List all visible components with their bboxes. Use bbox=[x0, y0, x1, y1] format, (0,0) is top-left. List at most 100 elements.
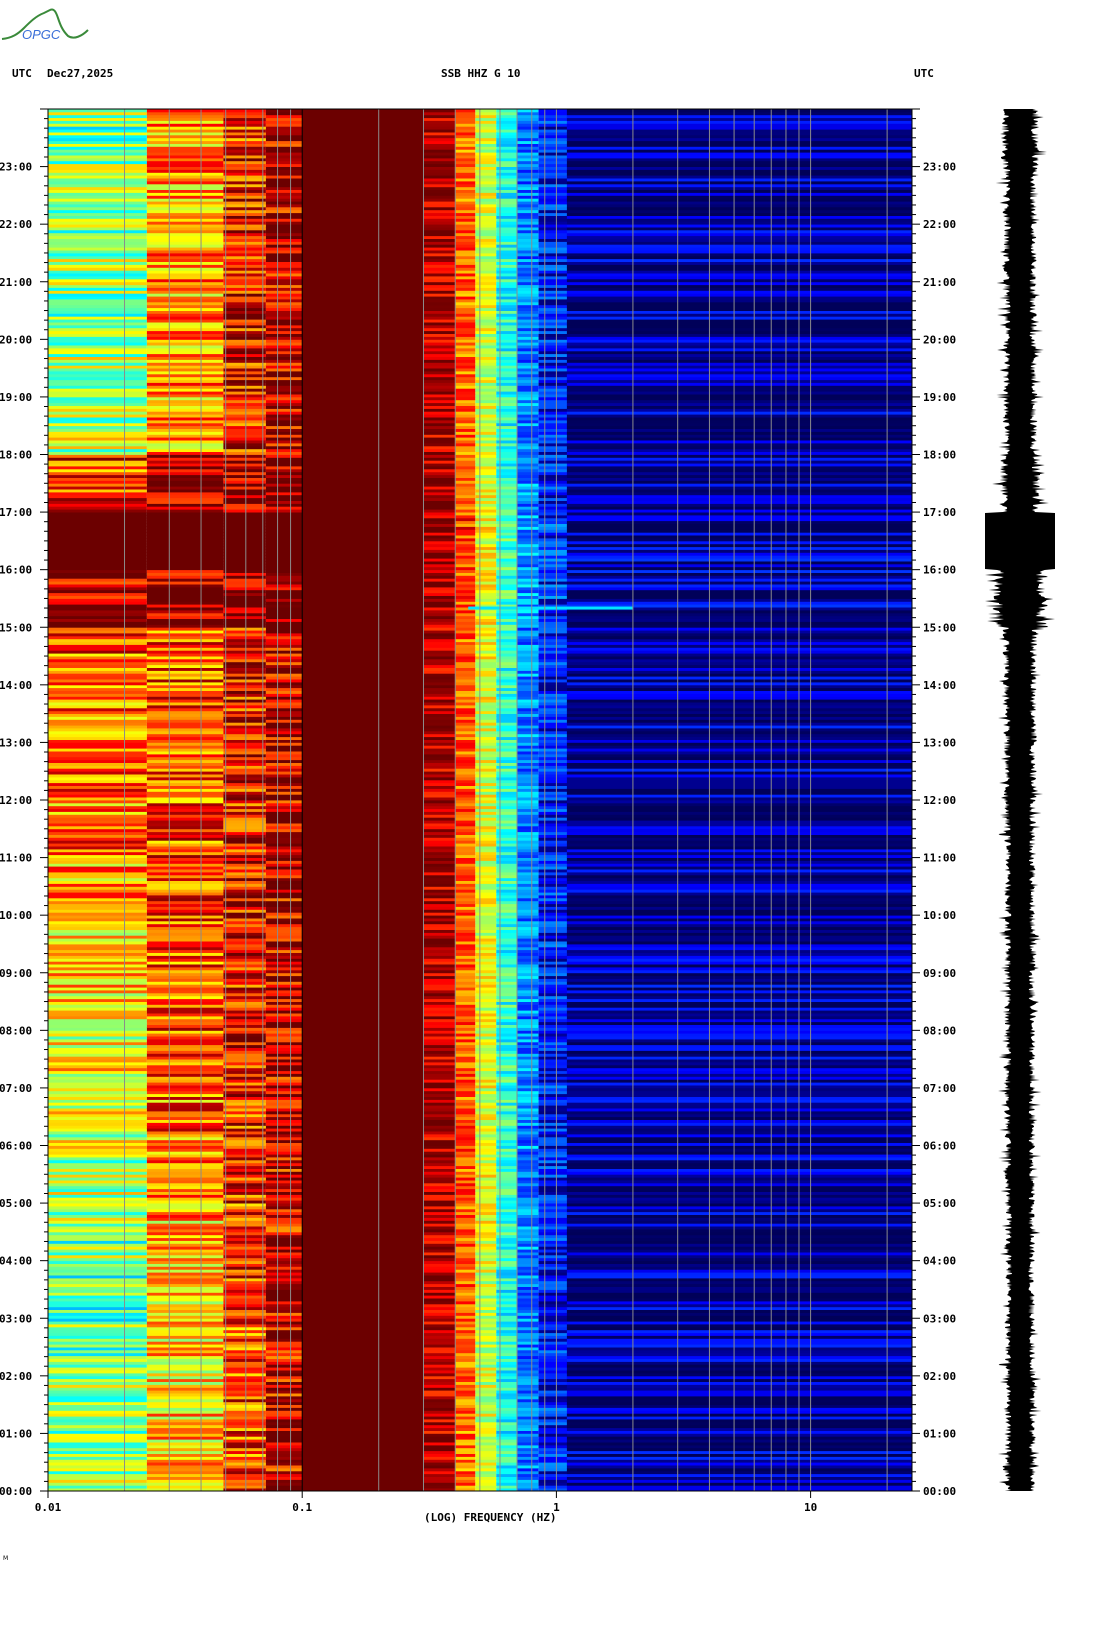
heatmap-cell bbox=[265, 814, 303, 818]
heatmap-cell bbox=[517, 667, 539, 671]
heatmap-cell bbox=[48, 647, 147, 651]
heatmap-cell bbox=[423, 607, 456, 611]
heatmap-cell bbox=[496, 169, 518, 173]
heatmap-cell bbox=[496, 454, 518, 458]
heatmap-cell bbox=[302, 1093, 424, 1097]
heatmap-cell bbox=[538, 1105, 567, 1109]
heatmap-cell bbox=[455, 1073, 476, 1077]
heatmap-cell bbox=[455, 373, 476, 378]
heatmap-cell bbox=[48, 920, 147, 925]
heatmap-cell bbox=[146, 860, 224, 864]
heatmap-cell bbox=[517, 929, 539, 933]
heatmap-cell bbox=[475, 1064, 497, 1069]
heatmap-cell bbox=[265, 909, 303, 913]
heatmap-cell bbox=[48, 981, 147, 985]
heatmap-cell bbox=[517, 1439, 539, 1443]
heatmap-cell bbox=[223, 728, 266, 732]
heatmap-cell bbox=[423, 451, 456, 455]
heatmap-cell bbox=[455, 846, 476, 850]
heatmap-cell bbox=[455, 169, 476, 173]
heatmap-cell bbox=[423, 843, 456, 847]
heatmap-cell bbox=[223, 356, 266, 360]
heatmap-cell bbox=[223, 175, 266, 179]
heatmap-cell bbox=[265, 759, 303, 763]
heatmap-cell bbox=[48, 278, 147, 283]
heatmap-cell bbox=[517, 431, 539, 435]
heatmap-cell bbox=[455, 353, 476, 357]
heatmap-cell bbox=[538, 1396, 567, 1400]
heatmap-cell bbox=[146, 1131, 224, 1135]
heatmap-cell bbox=[517, 552, 539, 556]
heatmap-cell bbox=[48, 221, 147, 225]
heatmap-cell bbox=[455, 538, 476, 542]
heatmap-cell bbox=[223, 621, 266, 625]
heatmap-cell bbox=[265, 981, 303, 985]
heatmap-cell bbox=[496, 1148, 518, 1152]
heatmap-cell bbox=[517, 293, 539, 297]
heatmap-cell bbox=[302, 474, 424, 478]
heatmap-cell bbox=[302, 920, 424, 925]
heatmap-cell bbox=[48, 287, 147, 291]
heatmap-cell bbox=[496, 1108, 518, 1112]
heatmap-cell bbox=[48, 1450, 147, 1454]
heatmap-cell bbox=[265, 1266, 303, 1270]
heatmap-cell bbox=[455, 166, 476, 170]
heatmap-cell bbox=[302, 1079, 424, 1083]
heatmap-cell bbox=[302, 972, 424, 977]
heatmap-cell bbox=[475, 336, 497, 340]
heatmap-cell bbox=[423, 941, 456, 945]
heatmap-cell bbox=[517, 791, 539, 795]
heatmap-cell bbox=[475, 728, 497, 732]
heatmap-cell bbox=[48, 1053, 147, 1057]
heatmap-cell bbox=[265, 342, 303, 346]
heatmap-cell bbox=[496, 509, 518, 513]
heatmap-cell bbox=[302, 1272, 424, 1276]
heatmap-cell bbox=[423, 730, 456, 735]
heatmap-cell bbox=[302, 1191, 424, 1195]
heatmap-cell bbox=[48, 218, 147, 222]
heatmap-cell bbox=[265, 1433, 303, 1437]
heatmap-cell bbox=[496, 1433, 518, 1437]
heatmap-cell bbox=[223, 687, 266, 691]
heatmap-cell bbox=[475, 445, 497, 450]
heatmap-cell bbox=[455, 140, 476, 144]
heatmap-cell bbox=[302, 278, 424, 283]
heatmap-cell bbox=[496, 1076, 518, 1080]
heatmap-cell bbox=[517, 1303, 539, 1308]
heatmap-cell bbox=[223, 941, 266, 945]
heatmap-cell bbox=[423, 883, 456, 887]
heatmap-cell bbox=[517, 1111, 539, 1115]
heatmap-cell bbox=[475, 1024, 497, 1028]
heatmap-cell bbox=[48, 719, 147, 723]
heatmap-cell bbox=[455, 923, 476, 928]
heatmap-cell bbox=[146, 1257, 224, 1262]
heatmap-cell bbox=[223, 1442, 266, 1446]
heatmap-cell bbox=[302, 952, 424, 956]
heatmap-cell bbox=[302, 506, 424, 510]
heatmap-cell bbox=[302, 938, 424, 942]
heatmap-cell bbox=[517, 851, 539, 856]
heatmap-cell bbox=[475, 984, 497, 988]
heatmap-cell bbox=[423, 126, 456, 130]
heatmap-cell bbox=[475, 356, 497, 360]
heatmap-cell bbox=[538, 1145, 567, 1149]
heatmap-cell bbox=[302, 621, 424, 625]
heatmap-cell bbox=[455, 1062, 476, 1066]
heatmap-cell bbox=[475, 897, 497, 902]
heatmap-cell bbox=[496, 851, 518, 856]
heatmap-cell bbox=[48, 330, 147, 334]
heatmap-cell bbox=[496, 204, 518, 208]
heatmap-cell bbox=[517, 1240, 539, 1244]
heatmap-cell bbox=[48, 676, 147, 680]
heatmap-cell bbox=[455, 768, 476, 772]
heatmap-cell bbox=[302, 276, 424, 280]
heatmap-cell bbox=[223, 1344, 266, 1348]
heatmap-cell bbox=[538, 1076, 567, 1080]
heatmap-cell bbox=[496, 967, 518, 971]
heatmap-cell bbox=[423, 1151, 456, 1155]
heatmap-cell bbox=[475, 1398, 497, 1403]
heatmap-cell bbox=[265, 1050, 303, 1054]
heatmap-cell bbox=[455, 814, 476, 818]
heatmap-cell bbox=[146, 1044, 224, 1048]
heatmap-cell bbox=[517, 137, 539, 142]
